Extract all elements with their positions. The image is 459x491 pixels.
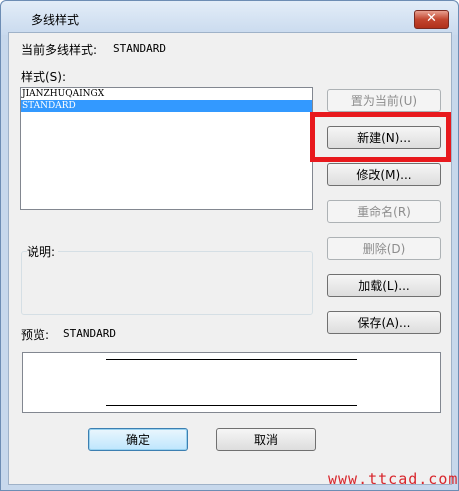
multiline-style-dialog: 多线样式 ✕ 当前多线样式: STANDARD 样式(S): JIANZHUQA… [0,0,459,491]
list-item-selected[interactable]: STANDARD [21,100,312,112]
dialog-body: 当前多线样式: STANDARD 样式(S): JIANZHUQAINGX ST… [8,32,452,485]
description-label: 说明: [27,243,59,260]
current-style-value: STANDARD [113,42,166,55]
set-current-button[interactable]: 置为当前(U) [327,89,441,112]
preview-style-name: STANDARD [63,327,116,340]
dialog-title: 多线样式 [31,13,80,27]
current-style-label: 当前多线样式: [21,43,98,57]
rename-button[interactable]: 重命名(R) [327,200,441,223]
list-item[interactable]: JIANZHUQAINGX [21,88,312,100]
title-bar: 多线样式 ✕ [1,1,458,35]
close-button[interactable]: ✕ [414,10,449,29]
preview-pane [22,352,441,413]
modify-button[interactable]: 修改(M)... [327,163,441,186]
highlight-box [310,112,451,162]
close-icon: ✕ [426,11,437,26]
load-button[interactable]: 加载(L)... [327,274,441,297]
watermark-text: www.ttcad.com [328,470,459,488]
save-button[interactable]: 保存(A)... [327,311,441,334]
delete-button[interactable]: 删除(D) [327,237,441,260]
preview-line-bottom [106,405,357,406]
styles-label: 样式(S): [21,70,67,84]
ok-button[interactable]: 确定 [88,428,188,451]
preview-line-top [106,359,357,360]
styles-listbox[interactable]: JIANZHUQAINGX STANDARD [20,87,313,210]
description-box [21,251,313,315]
preview-label: 预览: [21,328,50,342]
cancel-button[interactable]: 取消 [216,428,316,451]
